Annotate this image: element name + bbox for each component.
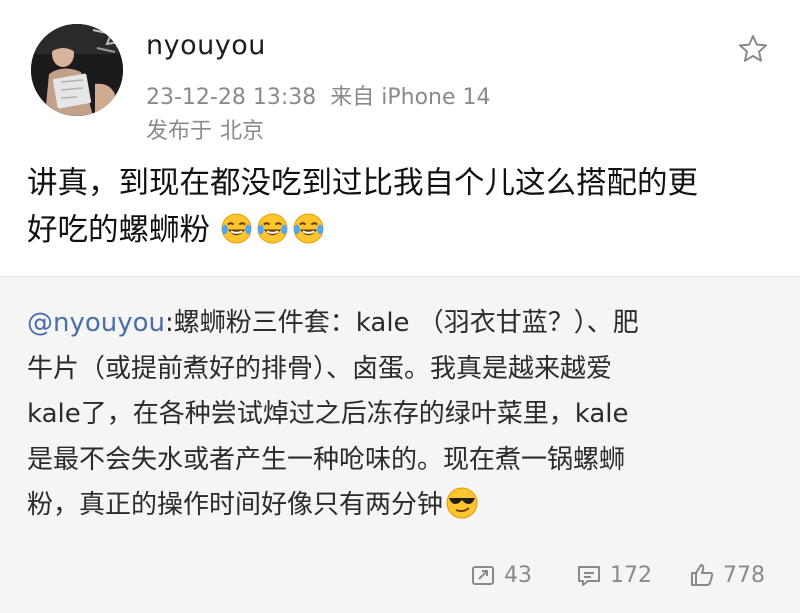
repost-count: 43: [504, 562, 532, 588]
quote-line-5-text: 粉，真正的操作时间好像只有两分钟: [27, 490, 444, 520]
avatar[interactable]: [31, 24, 123, 116]
post-text-line: 讲真，到现在都没吃到过比我自个儿这么搭配的更: [27, 166, 698, 201]
comment-button[interactable]: 172: [576, 557, 652, 593]
post-timestamp: 23-12-28 13:38: [146, 85, 317, 110]
quoted-post-body: @nyouyou:螺蛳粉三件套：kale （羽衣甘蓝？）、肥 牛片（或提前煮好的…: [27, 301, 787, 529]
laugh-cry-emoji-icon: [256, 212, 289, 245]
action-bar: 43 172 778: [0, 557, 800, 593]
quoted-post[interactable]: @nyouyou:螺蛳粉三件套：kale （羽衣甘蓝？）、肥 牛片（或提前煮好的…: [0, 276, 800, 613]
thumbs-up-icon: [691, 564, 714, 586]
location-name: 北京: [220, 119, 265, 144]
post-meta: 23-12-28 13:38 来自 iPhone 14: [146, 79, 491, 111]
post-source: 来自 iPhone 14: [330, 85, 491, 110]
quote-line: kale了，在各种尝试焯过之后冻存的绿叶菜里，kale: [27, 399, 629, 429]
laugh-cry-emoji-icon: [292, 212, 325, 245]
post-location: 发布于 北京: [146, 113, 264, 145]
like-button[interactable]: 778: [689, 557, 765, 593]
like-count: 778: [723, 562, 765, 588]
quote-line-1-text: :螺蛳粉三件套：kale （羽衣甘蓝？）、肥: [165, 308, 639, 338]
cool-sunglasses-emoji-icon: [445, 486, 479, 520]
star-icon[interactable]: [737, 33, 769, 65]
location-prefix: 发布于: [146, 119, 213, 144]
avatar-image: [31, 24, 123, 116]
post-text-line-2: 好吃的螺蛳粉: [27, 213, 210, 248]
post-body: 讲真，到现在都没吃到过比我自个儿这么搭配的更 好吃的螺蛳粉: [27, 160, 787, 254]
repost-button[interactable]: 43: [470, 557, 532, 593]
comment-icon: [578, 566, 600, 586]
username[interactable]: nyouyou: [146, 30, 266, 61]
quote-line: 粉，真正的操作时间好像只有两分钟: [27, 483, 787, 529]
mention-link[interactable]: @nyouyou: [27, 308, 165, 338]
post-text-line: 好吃的螺蛳粉: [27, 207, 787, 254]
repost-icon: [472, 566, 494, 585]
quote-line: @nyouyou:螺蛳粉三件套：kale （羽衣甘蓝？）、肥: [27, 301, 787, 347]
weibo-post-card: nyouyou 23-12-28 13:38 来自 iPhone 14 发布于 北京…: [0, 0, 800, 613]
comment-count: 172: [610, 562, 652, 588]
quote-line: 牛片（或提前煮好的排骨）、卤蛋。我真是越来越爱: [27, 353, 613, 384]
quote-line: 是最不会失水或者产生一种呛味的。现在煮一锅螺蛳: [27, 444, 626, 475]
laugh-cry-emoji-icon: [220, 212, 253, 245]
